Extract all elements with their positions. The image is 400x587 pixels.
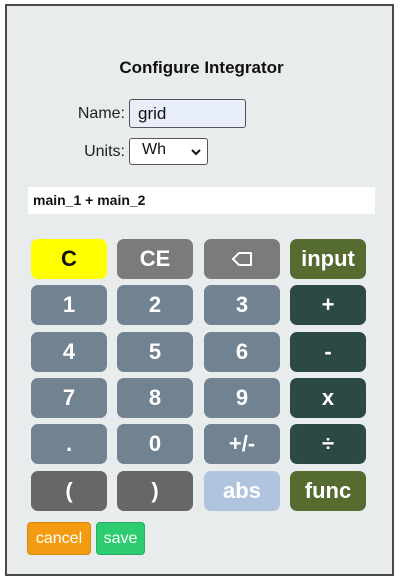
- chevron-down-icon: [191, 149, 201, 156]
- key-8[interactable]: 8: [117, 378, 193, 418]
- name-label: Name:: [77, 105, 125, 122]
- close-paren-key[interactable]: ): [117, 471, 193, 511]
- key-5[interactable]: 5: [117, 332, 193, 372]
- clear-key[interactable]: C: [31, 239, 107, 279]
- open-paren-key[interactable]: (: [31, 471, 107, 511]
- plus-key[interactable]: +: [290, 285, 366, 325]
- units-label: Units:: [84, 143, 125, 160]
- key-1[interactable]: 1: [31, 285, 107, 325]
- expression-display: main_1 + main_2: [28, 187, 375, 214]
- backspace-key[interactable]: [204, 239, 280, 279]
- units-value: Wh: [142, 141, 166, 158]
- key-2[interactable]: 2: [117, 285, 193, 325]
- divide-key[interactable]: ÷: [290, 424, 366, 464]
- key-9[interactable]: 9: [204, 378, 280, 418]
- input-key[interactable]: input: [290, 239, 366, 279]
- key-7[interactable]: 7: [31, 378, 107, 418]
- func-key[interactable]: func: [290, 471, 366, 511]
- minus-key[interactable]: -: [290, 332, 366, 372]
- key-4[interactable]: 4: [31, 332, 107, 372]
- save-button[interactable]: save: [96, 522, 145, 555]
- cancel-button[interactable]: cancel: [27, 522, 91, 555]
- negate-key[interactable]: +/-: [204, 424, 280, 464]
- clear-entry-key[interactable]: CE: [117, 239, 193, 279]
- backspace-icon: [232, 252, 252, 266]
- multiply-key[interactable]: x: [290, 378, 366, 418]
- abs-key[interactable]: abs: [204, 471, 280, 511]
- integrator-dialog: Configure Integrator Name: Units: Wh mai…: [5, 4, 394, 576]
- key-0[interactable]: 0: [117, 424, 193, 464]
- dialog-title: Configure Integrator: [119, 58, 284, 77]
- units-select[interactable]: Wh: [129, 138, 208, 165]
- name-input[interactable]: [129, 99, 246, 128]
- key-6[interactable]: 6: [204, 332, 280, 372]
- key-3[interactable]: 3: [204, 285, 280, 325]
- decimal-key[interactable]: .: [31, 424, 107, 464]
